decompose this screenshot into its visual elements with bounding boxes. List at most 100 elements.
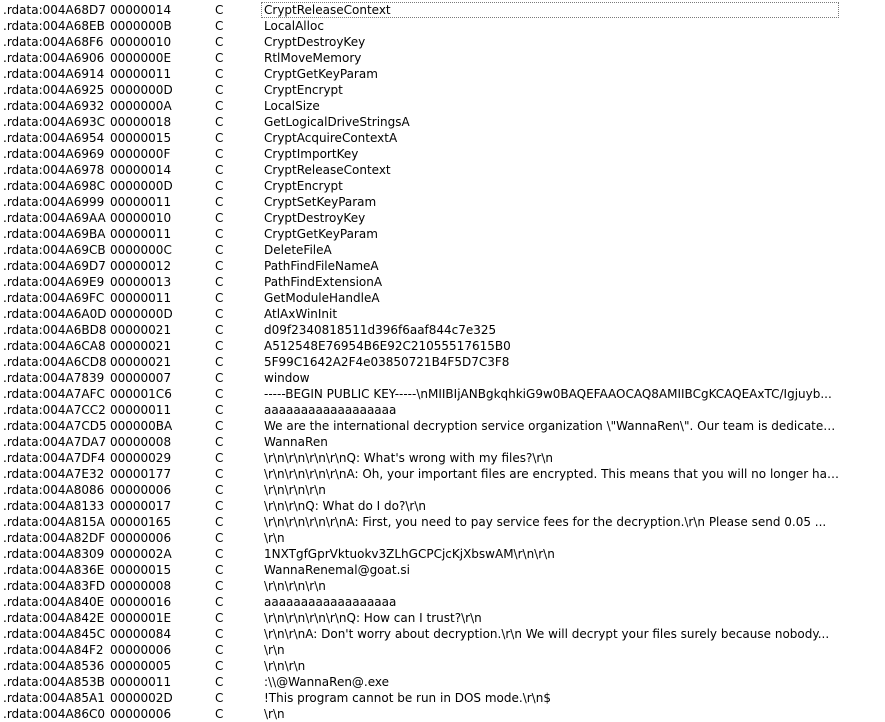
table-row[interactable]: .rdata:004A6954 00000015 C CryptAcquireCont… xyxy=(0,130,885,146)
table-row[interactable]: .rdata:004A7E32 00000177 C \r\n\r\n\r\n\r\n… xyxy=(0,466,885,482)
table-row[interactable]: .rdata:004A8536 00000005 C \r\n\r\n xyxy=(0,658,885,674)
table-row[interactable]: .rdata:004A7CD5 000000BA C We are the inter… xyxy=(0,418,885,434)
type-cell: C xyxy=(215,19,224,33)
string-cell: !This program cannot be run in DOS mode.… xyxy=(264,691,551,705)
table-row[interactable]: .rdata:004A7DF4 00000029 C \r\n\r\n\r\n\r\n… xyxy=(0,450,885,466)
length-cell: 0000002A xyxy=(110,547,172,561)
table-row[interactable]: .rdata:004A8133 00000017 C \r\n\r\nQ: What … xyxy=(0,498,885,514)
table-row[interactable]: .rdata:004A693C 00000018 C GetLogicalDriveS… xyxy=(0,114,885,130)
table-row[interactable]: .rdata:004A840E 00000016 Caaaaaaaaaaaaaaaa… xyxy=(0,594,885,610)
type-cell: C xyxy=(215,163,224,177)
length-cell: 00000008 xyxy=(110,579,172,593)
length-cell: 00000011 xyxy=(110,291,172,305)
string-cell: CryptGetKeyParam xyxy=(264,227,378,241)
string-cell: CryptAcquireContextA xyxy=(264,131,398,145)
length-cell: 00000011 xyxy=(110,227,172,241)
table-row[interactable]: .rdata:004A68D7 00000014 C CryptReleaseCont… xyxy=(0,2,885,18)
length-cell: 00000011 xyxy=(110,675,172,689)
length-cell: 00000016 xyxy=(110,595,172,609)
table-row[interactable]: .rdata:004A6914 00000011 C CryptGetKeyParam xyxy=(0,66,885,82)
table-row[interactable]: .rdata:004A815A 00000165 C \r\n\r\n\r\n\r\n… xyxy=(0,514,885,530)
address-cell: .rdata:004A69D7 xyxy=(3,259,106,273)
address-cell: .rdata:004A845C xyxy=(3,627,106,641)
table-row[interactable]: .rdata:004A6CD8 00000021 C 5F99C1642A2F4e03… xyxy=(0,354,885,370)
table-row[interactable]: .rdata:004A6906 0000000E C RtlMoveMemory xyxy=(0,50,885,66)
length-cell: 00000007 xyxy=(110,371,172,385)
string-cell: \r\n xyxy=(264,707,285,721)
address-cell: .rdata:004A83FD xyxy=(3,579,106,593)
address-cell: .rdata:004A7E32 xyxy=(3,467,105,481)
table-row[interactable]: .rdata:004A86C0 00000006 C \r\n xyxy=(0,706,885,722)
type-cell: C xyxy=(215,259,224,273)
table-row[interactable]: .rdata:004A84F2 00000006 C \r\n xyxy=(0,642,885,658)
address-cell: .rdata:004A6A0D xyxy=(3,307,107,321)
length-cell: 00000015 xyxy=(110,131,172,145)
type-cell: C xyxy=(215,387,224,401)
table-row[interactable]: .rdata:004A68F6 00000010 C CryptDestroyKey xyxy=(0,34,885,50)
length-cell: 00000006 xyxy=(110,531,172,545)
address-cell: .rdata:004A6954 xyxy=(3,131,105,145)
table-row[interactable]: .rdata:004A69D7 00000012 C PathFindFileName… xyxy=(0,258,885,274)
address-cell: .rdata:004A8536 xyxy=(3,659,105,673)
string-cell: \r\n\r\n\r\n\r\nQ: What's wrong with my … xyxy=(264,451,553,465)
table-row[interactable]: .rdata:004A68EB 0000000B C LocalAlloc xyxy=(0,18,885,34)
string-cell: aaaaaaaaaaaaaaaaaa xyxy=(264,595,397,609)
type-cell: C xyxy=(215,35,224,49)
address-cell: .rdata:004A693C xyxy=(3,115,106,129)
string-cell: CryptGetKeyParam xyxy=(264,67,378,81)
table-row[interactable]: .rdata:004A6925 0000000D C CryptEncrypt xyxy=(0,82,885,98)
length-cell: 00000015 xyxy=(110,563,172,577)
string-cell: \r\n\r\n\r\n xyxy=(264,579,326,593)
table-row[interactable]: .rdata:004A69CB 0000000C C DeleteFileA xyxy=(0,242,885,258)
string-cell: CryptReleaseContext xyxy=(261,2,839,18)
address-cell: .rdata:004A6CD8 xyxy=(3,355,107,369)
table-row[interactable]: .rdata:004A836E 00000015 C WannaRenemal@goa… xyxy=(0,562,885,578)
string-cell: 1NXTgfGprVktuokv3ZLhGCPCjcKjXbswAM\r\n\r… xyxy=(264,547,555,561)
table-row[interactable]: .rdata:004A6978 00000014 C CryptReleaseCont… xyxy=(0,162,885,178)
table-row[interactable]: .rdata:004A8086 00000006 C \r\n\r\n\r\n xyxy=(0,482,885,498)
length-cell: 0000000D xyxy=(110,179,173,193)
address-cell: .rdata:004A6925 xyxy=(3,83,105,97)
table-row[interactable]: .rdata:004A6A0D 0000000D C AtlAxWinInit xyxy=(0,306,885,322)
table-row[interactable]: .rdata:004A845C 00000084 C \r\n\r\nA: Don't… xyxy=(0,626,885,642)
type-cell: C xyxy=(215,515,224,529)
table-row[interactable]: .rdata:004A69FC 00000011 C GetModuleHandleA xyxy=(0,290,885,306)
table-row[interactable]: .rdata:004A7DA7 00000008 C WannaRen xyxy=(0,434,885,450)
strings-table: .rdata:004A68D7 00000014 C CryptReleaseCont… xyxy=(0,2,885,722)
type-cell: C xyxy=(215,691,224,705)
table-row[interactable]: .rdata:004A69E9 00000013 C PathFindExtensio… xyxy=(0,274,885,290)
string-cell: \r\n\r\n xyxy=(264,659,306,673)
table-row[interactable]: .rdata:004A698C 0000000D C CryptEncrypt xyxy=(0,178,885,194)
table-row[interactable]: .rdata:004A7839 00000007 Cwindow xyxy=(0,370,885,386)
string-cell: CryptDestroyKey xyxy=(264,211,366,225)
length-cell: 00000010 xyxy=(110,35,172,49)
string-cell: \r\n\r\n\r\n\r\nA: Oh, your important fi… xyxy=(264,467,839,481)
table-row[interactable]: .rdata:004A7CC2 00000011 Caaaaaaaaaaaaaaaa… xyxy=(0,402,885,418)
length-cell: 00000014 xyxy=(110,3,172,17)
table-row[interactable]: .rdata:004A8309 0000002A C 1NXTgfGprVktuokv… xyxy=(0,546,885,562)
string-cell: CryptEncrypt xyxy=(264,83,343,97)
table-row[interactable]: .rdata:004A6BD8 00000021 Cd09f2340818511d3… xyxy=(0,322,885,338)
length-cell: 00000012 xyxy=(110,259,172,273)
type-cell: C xyxy=(215,195,224,209)
table-row[interactable]: .rdata:004A842E 0000001E C \r\n\r\n\r\n\r\n… xyxy=(0,610,885,626)
table-row[interactable]: .rdata:004A69BA 00000011 C CryptGetKeyParam xyxy=(0,226,885,242)
table-row[interactable]: .rdata:004A83FD 00000008 C \r\n\r\n\r\n xyxy=(0,578,885,594)
table-row[interactable]: .rdata:004A6932 0000000A C LocalSize xyxy=(0,98,885,114)
table-row[interactable]: .rdata:004A6CA8 00000021 C A512548E76954B6E… xyxy=(0,338,885,354)
table-row[interactable]: .rdata:004A6969 0000000F C CryptImportKey xyxy=(0,146,885,162)
string-cell: \r\n xyxy=(264,531,285,545)
type-cell: C xyxy=(215,659,224,673)
table-row[interactable]: .rdata:004A7AFC 000001C6 C -----BEGIN PUBLI… xyxy=(0,386,885,402)
length-cell: 0000000A xyxy=(110,99,172,113)
table-row[interactable]: .rdata:004A853B 00000011 C:\\@WannaRen@.ex… xyxy=(0,674,885,690)
string-cell: RtlMoveMemory xyxy=(264,51,362,65)
table-row[interactable]: .rdata:004A85A1 0000002D C !This program ca… xyxy=(0,690,885,706)
table-row[interactable]: .rdata:004A82DF 00000006 C \r\n xyxy=(0,530,885,546)
type-cell: C xyxy=(215,131,224,145)
table-row[interactable]: .rdata:004A69AA 00000010 C CryptDestroyKey xyxy=(0,210,885,226)
type-cell: C xyxy=(215,307,224,321)
table-row[interactable]: .rdata:004A6999 00000011 C CryptSetKeyParam xyxy=(0,194,885,210)
length-cell: 00000084 xyxy=(110,627,172,641)
address-cell: .rdata:004A86C0 xyxy=(3,707,106,721)
